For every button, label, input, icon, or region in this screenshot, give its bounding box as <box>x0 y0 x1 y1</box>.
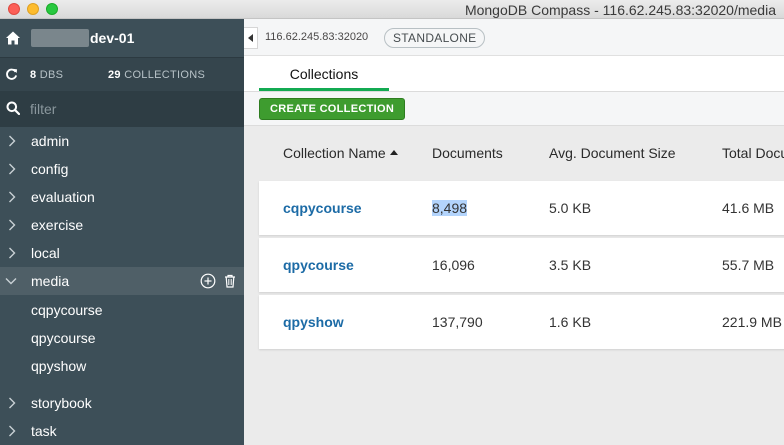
window-minimize-button[interactable] <box>27 3 39 15</box>
table-row[interactable]: qpycourse 16,096 3.5 KB 55.7 MB <box>259 238 784 292</box>
sidebar-item-admin[interactable]: admin <box>0 127 244 155</box>
chevron-right-icon[interactable] <box>8 219 16 231</box>
filter-input[interactable] <box>30 99 230 119</box>
main-panel: 116.62.245.83:32020 STANDALONE Collectio… <box>244 19 784 445</box>
sidebar-collection-qpyshow[interactable]: qpyshow <box>0 351 244 379</box>
chevron-right-icon[interactable] <box>8 247 16 259</box>
toolbar: CREATE COLLECTION <box>244 92 784 126</box>
chevron-right-icon[interactable] <box>8 425 16 437</box>
create-collection-button[interactable]: CREATE COLLECTION <box>259 98 406 120</box>
breadcrumb: 116.62.245.83:32020 STANDALONE <box>244 19 784 56</box>
collections-count: 29 COLLECTIONS <box>108 69 206 81</box>
sidebar-item-exercise[interactable]: exercise <box>0 211 244 239</box>
documents-count: 137,790 <box>432 314 483 330</box>
chevron-down-icon[interactable] <box>5 277 17 285</box>
refresh-icon[interactable] <box>5 68 18 81</box>
collection-label: qpyshow <box>31 358 87 374</box>
documents-count: 8,498 <box>432 200 468 216</box>
database-label: storybook <box>31 395 92 411</box>
home-icon[interactable] <box>5 30 21 46</box>
database-label: config <box>31 161 69 177</box>
collection-label: qpycourse <box>31 330 96 346</box>
sidebar-item-config[interactable]: config <box>0 155 244 183</box>
database-actions <box>200 273 238 289</box>
dbs-count: 8 DBS <box>30 69 64 81</box>
breadcrumb-host: 116.62.245.83:32020 <box>265 31 369 43</box>
total-document-size: 41.6 MB <box>722 200 775 216</box>
avg-document-size: 5.0 KB <box>549 200 592 216</box>
total-document-size: 55.7 MB <box>722 257 775 273</box>
collection-name-link[interactable]: qpyshow <box>283 314 344 330</box>
database-label: task <box>31 423 57 439</box>
sort-ascending-icon <box>389 150 398 155</box>
chevron-right-icon[interactable] <box>8 135 16 147</box>
avg-document-size: 3.5 KB <box>549 257 592 273</box>
tab-collections[interactable]: Collections <box>259 56 389 92</box>
database-label: evaluation <box>31 189 95 205</box>
column-header-total-document-size[interactable]: Total Docu <box>722 145 784 161</box>
sidebar-instance-header[interactable]: dev-01 <box>0 19 244 57</box>
window-maximize-button[interactable] <box>46 3 58 15</box>
sidebar-item-local[interactable]: local <box>0 239 244 267</box>
documents-count: 16,096 <box>432 257 475 273</box>
add-circle-icon[interactable] <box>200 273 216 289</box>
sidebar: dev-01 8 DBS 29 COLLECTIONS admin config… <box>0 19 244 445</box>
table-row[interactable]: cqpycourse 8,498 5.0 KB 41.6 MB <box>259 181 784 235</box>
table-header: Collection Name Documents Avg. Document … <box>244 137 784 171</box>
database-list: admin config evaluation exercise local m… <box>0 127 244 445</box>
search-icon <box>6 101 20 115</box>
window-close-button[interactable] <box>8 3 20 15</box>
window-title: MongoDB Compass - 116.62.245.83:32020/me… <box>464 2 776 18</box>
column-header-avg-document-size[interactable]: Avg. Document Size <box>549 145 676 161</box>
sidebar-collection-qpycourse[interactable]: qpycourse <box>0 323 244 351</box>
database-label: exercise <box>31 217 84 233</box>
table-row[interactable]: qpyshow 137,790 1.6 KB 221.9 MB <box>259 295 784 349</box>
chevron-right-icon[interactable] <box>8 191 16 203</box>
instance-host-name: dev-01 <box>90 30 135 46</box>
column-header-documents[interactable]: Documents <box>432 145 503 161</box>
column-header-collection-name[interactable]: Collection Name <box>283 145 398 161</box>
sidebar-item-task[interactable]: task <box>0 417 244 445</box>
database-label: admin <box>31 133 70 149</box>
total-document-size: 221.9 MB <box>722 314 782 330</box>
collection-name-link[interactable]: cqpycourse <box>283 200 362 216</box>
host-redacted-mask <box>31 29 89 47</box>
sidebar-stats: 8 DBS 29 COLLECTIONS <box>0 57 244 91</box>
sidebar-item-storybook[interactable]: storybook <box>0 389 244 417</box>
chevron-right-icon[interactable] <box>8 163 16 175</box>
collection-label: cqpycourse <box>31 302 103 318</box>
avg-document-size: 1.6 KB <box>549 314 592 330</box>
sidebar-collection-cqpycourse[interactable]: cqpycourse <box>0 295 244 323</box>
window-titlebar: MongoDB Compass - 116.62.245.83:32020/me… <box>0 0 784 19</box>
collapse-sidebar-button[interactable] <box>244 27 258 49</box>
tab-bar: Collections <box>244 56 784 92</box>
sidebar-filter <box>0 91 244 127</box>
database-label: media <box>31 273 70 289</box>
sidebar-item-media[interactable]: media <box>0 267 244 295</box>
trash-icon[interactable] <box>222 273 238 289</box>
sidebar-item-evaluation[interactable]: evaluation <box>0 183 244 211</box>
topology-badge: STANDALONE <box>384 28 486 48</box>
chevron-right-icon[interactable] <box>8 397 16 409</box>
database-label: local <box>31 245 60 261</box>
collection-name-link[interactable]: qpycourse <box>283 257 354 273</box>
